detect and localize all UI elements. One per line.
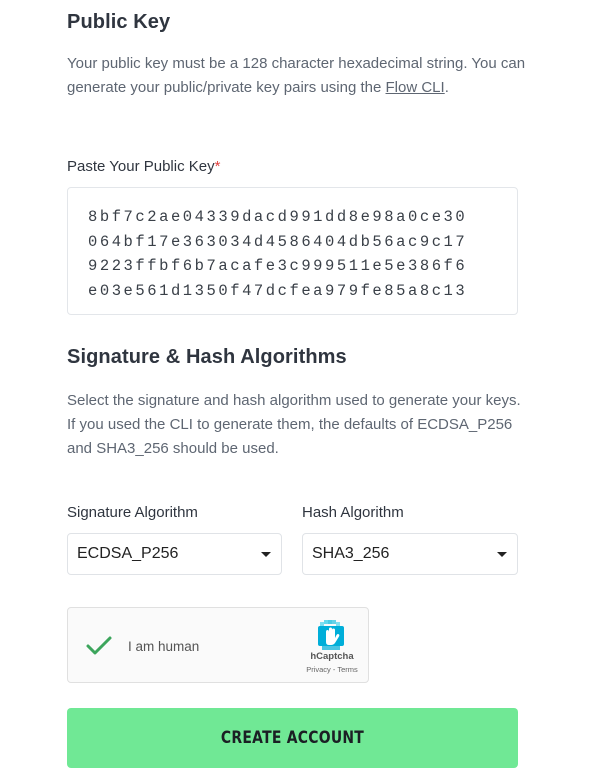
hcaptcha-widget: I am human hCaptcha Privacy - Terms (67, 607, 369, 683)
chevron-down-icon (261, 552, 271, 557)
public-key-description-text: Your public key must be a 128 character … (67, 55, 526, 96)
public-key-line-2: 064bf17e363034d4586404db56ac9c17 (88, 232, 468, 251)
algorithms-description: Select the signature and hash algorithm … (67, 392, 521, 457)
signature-algorithm-label: Signature Algorithm (67, 504, 198, 521)
captcha-checkbox[interactable] (85, 635, 113, 657)
public-key-label-text: Paste Your Public Key (67, 158, 215, 175)
hash-algorithm-select[interactable]: SHA3_256 (302, 533, 518, 575)
algorithms-heading: Signature & Hash Algorithms (67, 346, 347, 368)
captcha-label: I am human (128, 639, 200, 654)
public-key-textarea[interactable]: 8bf7c2ae04339dacd991dd8e98a0ce30 064bf17… (67, 187, 518, 315)
checkmark-icon (86, 636, 112, 655)
public-key-line-3: 9223ffbf6b7acafe3c999511e5e386f6 (88, 257, 468, 275)
create-account-button[interactable]: CREATE ACCOUNT (67, 708, 518, 768)
hcaptcha-brand: hCaptcha (310, 651, 354, 662)
public-key-line-1: 8bf7c2ae04339dacd991dd8e98a0ce30 (88, 208, 468, 226)
public-key-description: Your public key must be a 128 character … (67, 52, 527, 100)
chevron-down-icon (497, 552, 507, 557)
signature-algorithm-value: ECDSA_P256 (77, 545, 179, 562)
hcaptcha-hand-icon (314, 618, 348, 652)
required-asterisk: * (214, 158, 221, 175)
hcaptcha-privacy-terms[interactable]: Privacy - Terms (300, 665, 364, 674)
public-key-description-end: . (444, 79, 449, 96)
flow-cli-link[interactable]: Flow CLI (386, 79, 445, 96)
signature-algorithm-select[interactable]: ECDSA_P256 (67, 533, 282, 575)
public-key-heading: Public Key (67, 11, 171, 33)
create-account-label: CREATE ACCOUNT (220, 728, 365, 748)
public-key-field-label: Paste Your Public Key* (67, 158, 220, 175)
hash-algorithm-label: Hash Algorithm (302, 504, 404, 521)
public-key-line-4: e03e561d1350f47dcfea979fe85a8c13 (88, 281, 468, 300)
hash-algorithm-value: SHA3_256 (312, 545, 390, 562)
